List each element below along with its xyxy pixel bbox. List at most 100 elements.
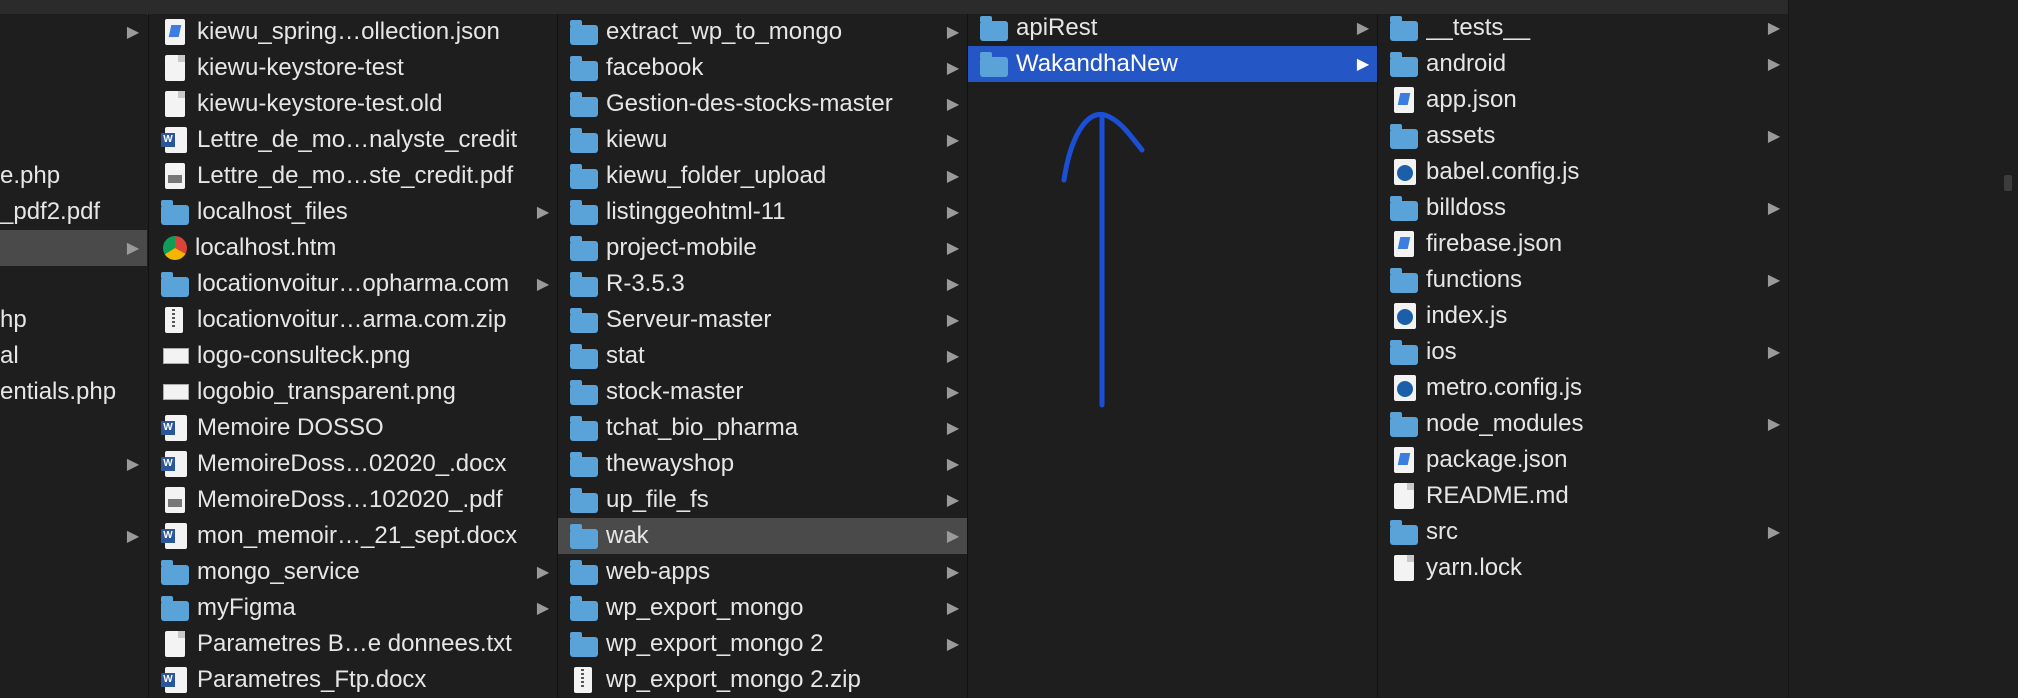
folder-row[interactable]: kiewu_folder_upload ▶ xyxy=(558,158,967,194)
chevron-right-icon: ▶ xyxy=(536,600,550,617)
folder-row[interactable]: src ▶ xyxy=(1378,514,1788,550)
file-row[interactable]: ▶ xyxy=(0,518,147,554)
file-row[interactable]: yarn.lock xyxy=(1378,550,1788,586)
file-row[interactable]: MemoireDoss…02020_.docx xyxy=(149,446,557,482)
folder-row[interactable]: billdoss ▶ xyxy=(1378,190,1788,226)
file-row[interactable]: Lettre_de_mo…nalyste_credit xyxy=(149,122,557,158)
file-row[interactable]: logo-consulteck.png xyxy=(149,338,557,374)
chevron-right-icon: ▶ xyxy=(946,456,960,473)
finder-column-5[interactable]: __tests__ ▶ android ▶ app.json assets ▶ babel.c… xyxy=(1377,14,1788,698)
folder-row[interactable]: listinggeohtml-11 ▶ xyxy=(558,194,967,230)
folder-row[interactable]: stock-master ▶ xyxy=(558,374,967,410)
document-icon xyxy=(1394,483,1414,509)
vertical-scrollbar[interactable] xyxy=(2004,175,2012,191)
folder-row[interactable]: R-3.5.3 ▶ xyxy=(558,266,967,302)
folder-row[interactable]: facebook ▶ xyxy=(558,50,967,86)
file-row[interactable]: wp_export_mongo 2.zip xyxy=(558,662,967,698)
row-label: babel.config.js xyxy=(1426,158,1580,185)
file-row[interactable] xyxy=(0,482,147,518)
chevron-right-icon: ▶ xyxy=(946,348,960,365)
chevron-right-icon: ▶ xyxy=(1356,56,1370,73)
finder-column-1[interactable]: ▶ e.php _pdf2.pdf ▶ hp al entials.php ▶ ▶ xyxy=(0,14,147,698)
file-row[interactable]: Lettre_de_mo…ste_credit.pdf xyxy=(149,158,557,194)
folder-row[interactable]: project-mobile ▶ xyxy=(558,230,967,266)
folder-row[interactable]: Gestion-des-stocks-master ▶ xyxy=(558,86,967,122)
row-label: kiewu_folder_upload xyxy=(606,162,827,189)
file-row[interactable]: ▶ xyxy=(0,446,147,482)
file-row[interactable] xyxy=(0,50,147,86)
file-row[interactable]: MemoireDoss…102020_.pdf xyxy=(149,482,557,518)
folder-row[interactable]: wak ▶ xyxy=(558,518,967,554)
file-row[interactable]: hp xyxy=(0,302,147,338)
chevron-right-icon: ▶ xyxy=(946,204,960,221)
folder-row[interactable]: functions ▶ xyxy=(1378,262,1788,298)
folder-row[interactable]: up_file_fs ▶ xyxy=(558,482,967,518)
file-row[interactable]: logobio_transparent.png xyxy=(149,374,557,410)
folder-row[interactable]: wp_export_mongo ▶ xyxy=(558,590,967,626)
folder-row[interactable]: stat ▶ xyxy=(558,338,967,374)
chevron-right-icon: ▶ xyxy=(1356,20,1370,37)
file-row[interactable]: metro.config.js xyxy=(1378,370,1788,406)
file-row[interactable]: mon_memoir…_21_sept.docx xyxy=(149,518,557,554)
file-row[interactable]: locationvoitur…arma.com.zip xyxy=(149,302,557,338)
folder-icon xyxy=(1390,520,1418,545)
folder-row[interactable]: Serveur-master ▶ xyxy=(558,302,967,338)
row-label: wp_export_mongo xyxy=(606,594,804,621)
row-label: wp_export_mongo 2 xyxy=(606,630,824,657)
file-row[interactable]: firebase.json xyxy=(1378,226,1788,262)
file-row[interactable]: Memoire DOSSO xyxy=(149,410,557,446)
file-row[interactable]: ▶ xyxy=(0,14,147,50)
chevron-right-icon: ▶ xyxy=(946,96,960,113)
word-document-icon xyxy=(161,667,187,693)
file-row[interactable]: app.json xyxy=(1378,82,1788,118)
folder-row[interactable]: myFigma ▶ xyxy=(149,590,557,626)
chevron-right-icon: ▶ xyxy=(536,204,550,221)
folder-row[interactable]: node_modules ▶ xyxy=(1378,406,1788,442)
folder-row[interactable]: ios ▶ xyxy=(1378,334,1788,370)
file-row[interactable]: babel.config.js xyxy=(1378,154,1788,190)
file-row[interactable] xyxy=(0,86,147,122)
js-file-icon xyxy=(1394,375,1416,401)
folder-row[interactable]: thewayshop ▶ xyxy=(558,446,967,482)
file-row[interactable] xyxy=(0,122,147,158)
row-label: firebase.json xyxy=(1426,230,1563,257)
file-row[interactable]: kiewu-keystore-test xyxy=(149,50,557,86)
folder-row[interactable]: wp_export_mongo 2 ▶ xyxy=(558,626,967,662)
folder-row[interactable]: WakandhaNew ▶ xyxy=(968,46,1377,82)
folder-row[interactable]: android ▶ xyxy=(1378,46,1788,82)
folder-row[interactable]: apiRest ▶ xyxy=(968,14,1377,46)
file-row[interactable]: ▶ xyxy=(0,230,147,266)
file-row[interactable]: entials.php xyxy=(0,374,147,410)
file-row[interactable]: localhost.htm xyxy=(149,230,557,266)
file-row[interactable]: _pdf2.pdf xyxy=(0,194,147,230)
folder-row[interactable]: extract_wp_to_mongo ▶ xyxy=(558,14,967,50)
file-row[interactable]: Parametres B…e donnees.txt xyxy=(149,626,557,662)
file-row[interactable]: e.php xyxy=(0,158,147,194)
file-row[interactable]: al xyxy=(0,338,147,374)
folder-icon xyxy=(1390,268,1418,293)
folder-row[interactable]: mongo_service ▶ xyxy=(149,554,557,590)
folder-row[interactable]: __tests__ ▶ xyxy=(1378,14,1788,46)
pdf-file-icon xyxy=(165,163,185,189)
file-row[interactable] xyxy=(0,410,147,446)
row-label: mongo_service xyxy=(197,558,360,585)
file-row[interactable]: index.js xyxy=(1378,298,1788,334)
file-row[interactable] xyxy=(0,266,147,302)
folder-row[interactable]: locationvoitur…opharma.com ▶ xyxy=(149,266,557,302)
file-row[interactable]: package.json xyxy=(1378,442,1788,478)
row-label: kiewu-keystore-test.old xyxy=(197,90,443,117)
folder-row[interactable]: localhost_files ▶ xyxy=(149,194,557,230)
file-row[interactable]: Parametres_Ftp.docx xyxy=(149,662,557,698)
json-file-icon xyxy=(1394,87,1414,113)
file-row[interactable]: kiewu_spring…ollection.json xyxy=(149,14,557,50)
document-icon xyxy=(1394,555,1414,581)
folder-row[interactable]: tchat_bio_pharma ▶ xyxy=(558,410,967,446)
folder-row[interactable]: assets ▶ xyxy=(1378,118,1788,154)
folder-row[interactable]: kiewu ▶ xyxy=(558,122,967,158)
folder-row[interactable]: web-apps ▶ xyxy=(558,554,967,590)
file-row[interactable]: kiewu-keystore-test.old xyxy=(149,86,557,122)
file-row[interactable]: README.md xyxy=(1378,478,1788,514)
finder-column-3[interactable]: extract_wp_to_mongo ▶ facebook ▶ Gestion-des… xyxy=(557,14,967,698)
finder-column-2[interactable]: kiewu_spring…ollection.json kiewu-keystor… xyxy=(148,14,557,698)
document-icon xyxy=(165,91,185,117)
